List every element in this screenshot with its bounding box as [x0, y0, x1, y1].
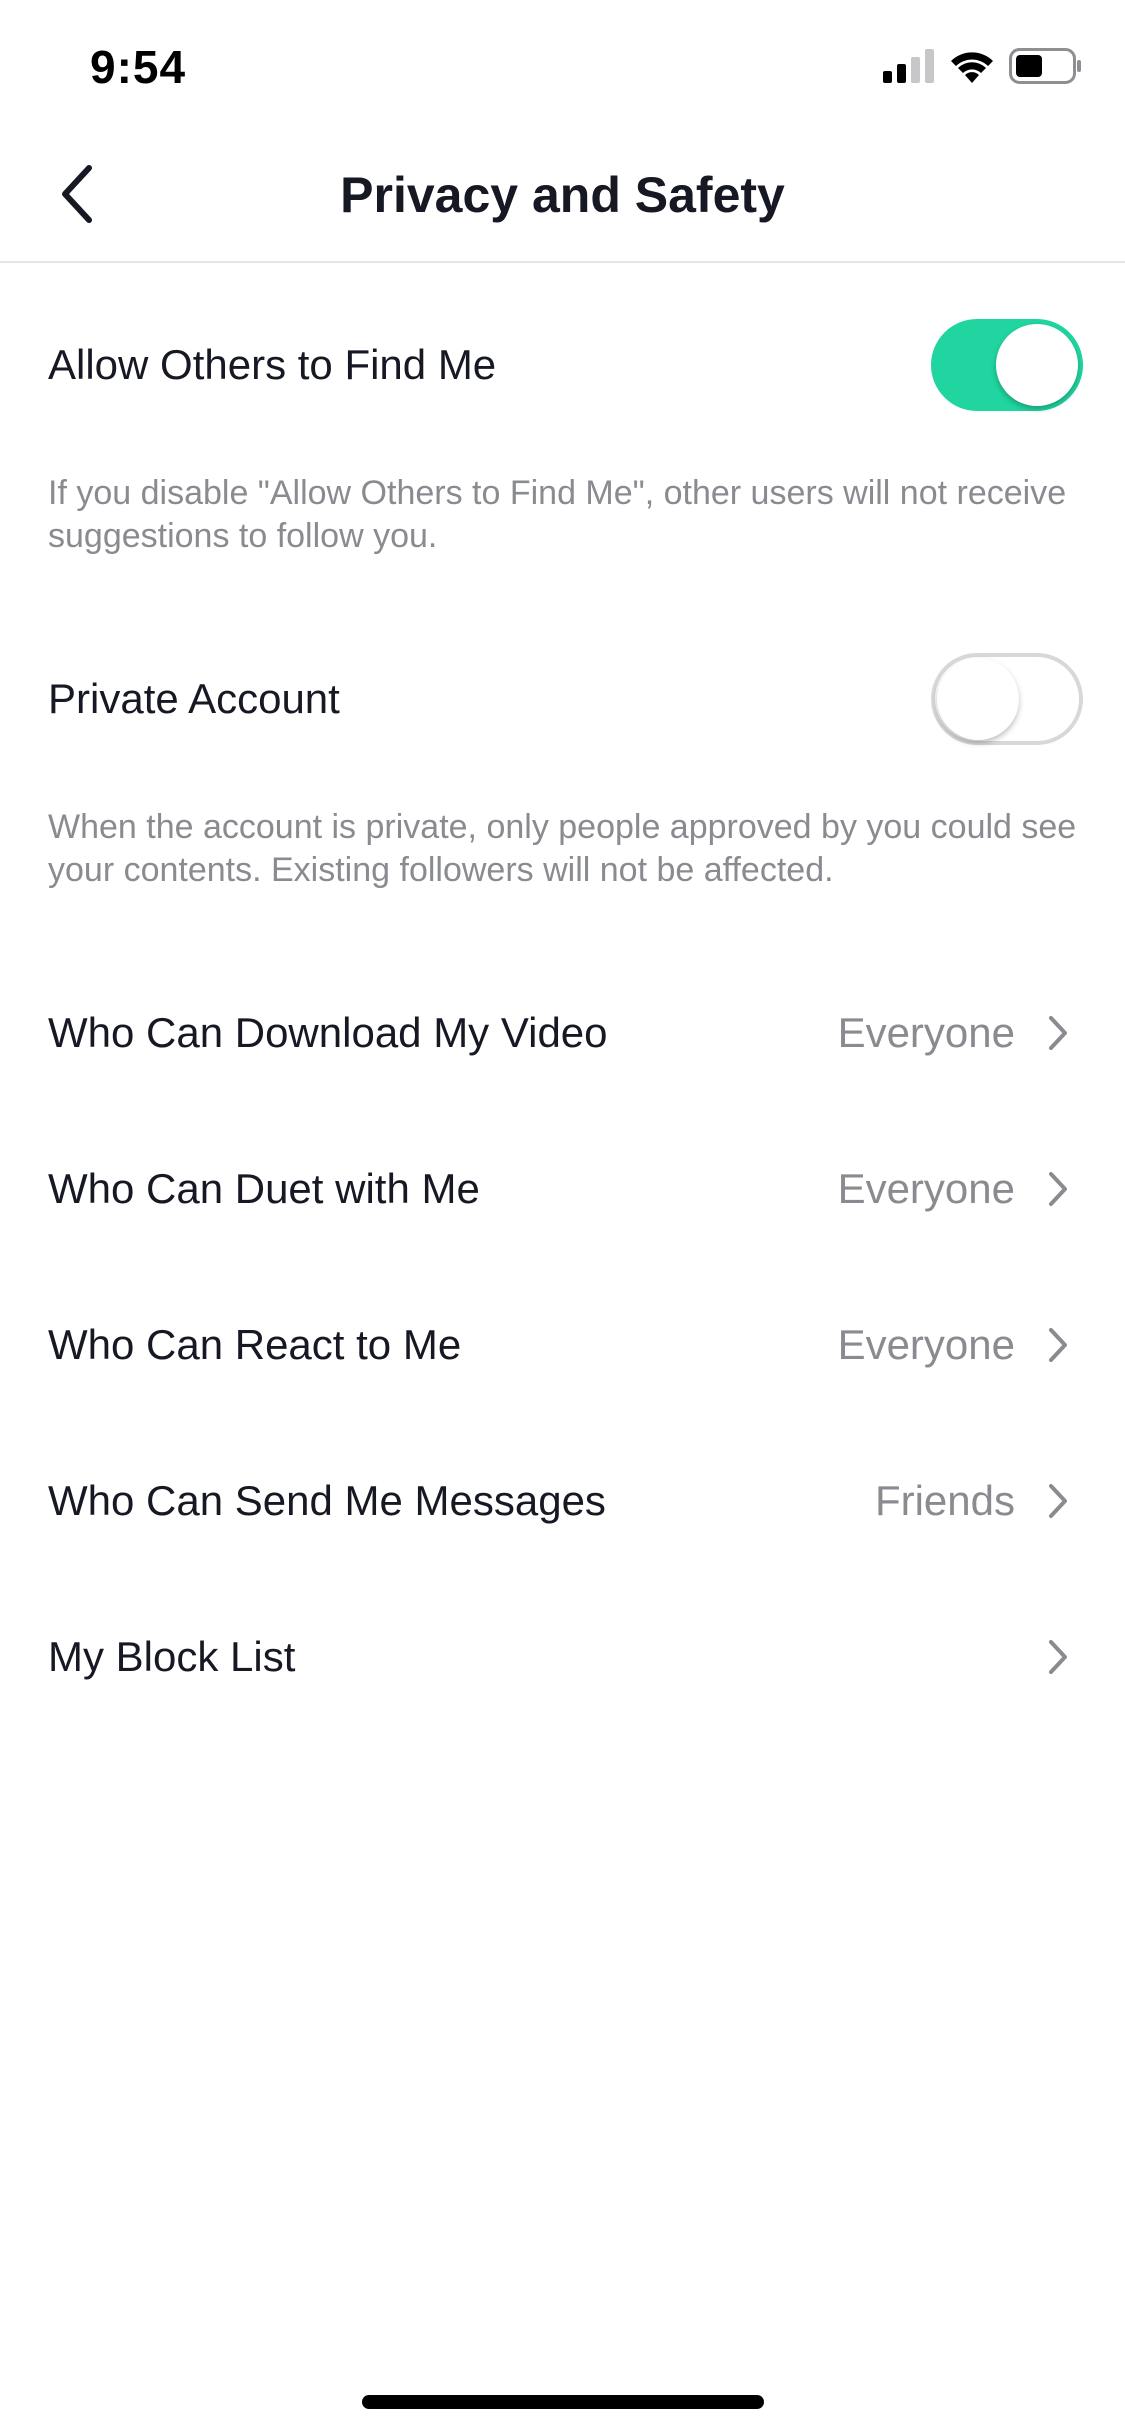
home-indicator[interactable]: [362, 2395, 764, 2409]
wifi-icon: [949, 49, 995, 88]
list-item-duet[interactable]: Who Can Duet with Me Everyone: [0, 1129, 1125, 1249]
list-item-download[interactable]: Who Can Download My Video Everyone: [0, 973, 1125, 1093]
toggle-knob: [937, 658, 1019, 740]
list-item-value: Everyone: [837, 1009, 1015, 1056]
private-account-description: When the account is private, only people…: [48, 808, 1077, 889]
status-time: 9:54: [90, 41, 187, 93]
list-item-value: Everyone: [837, 1321, 1015, 1368]
private-account-label: Private Account: [48, 675, 340, 722]
list-item-block-list[interactable]: My Block List: [0, 1597, 1125, 1717]
page-title: Privacy and Safety: [340, 167, 785, 223]
battery-icon: [1009, 47, 1083, 89]
chevron-right-icon: [1043, 1481, 1073, 1521]
cellular-signal-icon: [883, 48, 935, 88]
status-bar: 9:54: [0, 0, 1125, 130]
list-item-label: Who Can Download My Video: [48, 1009, 608, 1056]
chevron-right-icon: [1043, 1169, 1073, 1209]
chevron-right-icon: [1043, 1325, 1073, 1365]
list-item-label: My Block List: [48, 1633, 296, 1680]
list-item-label: Who Can Send Me Messages: [48, 1477, 606, 1524]
private-account-toggle[interactable]: [931, 653, 1083, 745]
list-item-value: Everyone: [837, 1165, 1015, 1212]
private-account-row: Private Account: [0, 639, 1125, 759]
status-icons: [883, 47, 1083, 89]
list-item-messages[interactable]: Who Can Send Me Messages Friends: [0, 1441, 1125, 1561]
list-item-label: Who Can Duet with Me: [48, 1165, 480, 1212]
list-item-value: Friends: [874, 1477, 1015, 1524]
nav-bar: Privacy and Safety: [0, 130, 1125, 263]
list-item-label: Who Can React to Me: [48, 1321, 462, 1368]
allow-find-toggle[interactable]: [931, 319, 1083, 411]
chevron-right-icon: [1043, 1637, 1073, 1677]
chevron-right-icon: [1043, 1013, 1073, 1053]
allow-find-description: If you disable "Allow Others to Find Me"…: [48, 474, 1067, 555]
list-item-react[interactable]: Who Can React to Me Everyone: [0, 1285, 1125, 1405]
allow-find-row: Allow Others to Find Me: [0, 305, 1125, 425]
allow-find-label: Allow Others to Find Me: [48, 341, 497, 388]
toggle-knob: [996, 324, 1078, 406]
